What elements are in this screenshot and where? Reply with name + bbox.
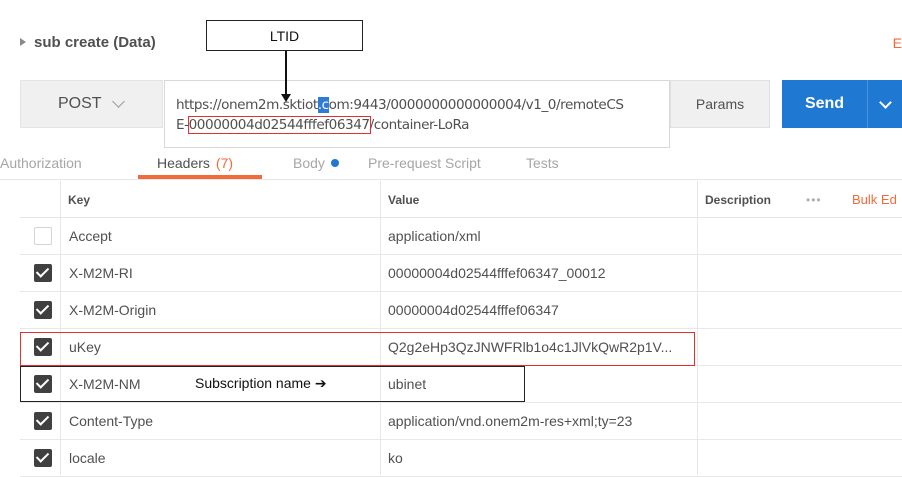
header-value[interactable]: application/vnd.onem2m-res+xml;ty=23 [388, 403, 632, 439]
tab-headers-label: Headers [157, 154, 210, 171]
header-value[interactable]: ko [388, 440, 403, 476]
url-part-4: /container-LoRa [369, 117, 470, 133]
column-header-key: Key [68, 192, 91, 207]
send-dropdown-button[interactable] [867, 80, 902, 128]
ukey-highlight-box [20, 332, 695, 366]
table-row: locale ko [20, 440, 902, 477]
chevron-down-icon [111, 95, 125, 108]
url-part-2: om:9443/0000000000000004/v1_0/remoteCS [328, 97, 624, 113]
header-value[interactable]: application/xml [388, 218, 481, 254]
tab-body-label: Body [293, 154, 325, 171]
header-key[interactable]: X-M2M-Origin [69, 292, 156, 328]
url-part-3: E- [176, 117, 189, 133]
row-checkbox[interactable] [34, 301, 52, 319]
table-row: X-M2M-RI 00000004d02544fffef06347_00012 [20, 255, 902, 292]
method-label: POST [58, 95, 102, 112]
url-ltid-highlight: 00000004d02544fffef06347 [187, 116, 371, 134]
header-key[interactable]: locale [69, 440, 106, 476]
edit-link[interactable]: E [893, 35, 902, 51]
tab-body[interactable]: Body [293, 150, 339, 175]
column-divider [60, 181, 61, 475]
column-divider [697, 181, 698, 475]
url-selection: .c [317, 97, 329, 113]
header-key[interactable]: Accept [69, 218, 112, 254]
ltid-annotation: LTID [206, 20, 363, 51]
header-key[interactable]: Content-Type [69, 403, 153, 439]
modified-dot-icon [330, 158, 339, 167]
tab-headers[interactable]: Headers (7) [157, 150, 233, 175]
bulk-edit-link[interactable]: Bulk Ed [852, 181, 897, 218]
header-key[interactable]: X-M2M-RI [69, 255, 133, 291]
more-options-icon[interactable]: ••• [806, 181, 822, 218]
row-checkbox[interactable] [34, 227, 52, 245]
chevron-down-icon [878, 95, 892, 109]
subscription-name-note: Subscription name ➔ [195, 374, 327, 391]
row-checkbox[interactable] [34, 264, 52, 282]
params-button[interactable]: Params [670, 80, 770, 128]
column-divider [380, 181, 381, 475]
tab-headers-count: (7) [215, 154, 234, 171]
column-header-value: Value [388, 192, 420, 207]
column-header-description: Description [705, 192, 772, 207]
table-row: X-M2M-Origin 00000004d02544fffef06347 [20, 292, 902, 329]
table-row: Content-Type application/vnd.onem2m-res+… [20, 403, 902, 440]
row-checkbox[interactable] [34, 449, 52, 467]
url-input[interactable]: https://onem2m.sktiot.com:9443/000000000… [164, 80, 670, 148]
tab-authorization[interactable]: Authorization [0, 150, 82, 175]
header-value[interactable]: 00000004d02544fffef06347 [388, 292, 559, 328]
arrow-down-icon [281, 94, 291, 102]
send-button[interactable]: Send [782, 80, 867, 128]
expand-caret-icon[interactable] [20, 38, 26, 46]
method-select[interactable]: POST [20, 80, 163, 128]
header-value[interactable]: 00000004d02544fffef06347_00012 [388, 255, 606, 291]
tab-tests[interactable]: Tests [526, 150, 559, 175]
annotation-arrow-line [285, 51, 287, 96]
url-part-1: https://onem2m.sktiot [176, 97, 318, 113]
divider [0, 179, 902, 180]
row-checkbox[interactable] [34, 412, 52, 430]
table-row: Accept application/xml [20, 218, 902, 255]
request-name[interactable]: sub create (Data) [20, 27, 156, 57]
tab-prerequest-script[interactable]: Pre-request Script [368, 150, 481, 175]
request-name-label: sub create (Data) [34, 33, 156, 51]
